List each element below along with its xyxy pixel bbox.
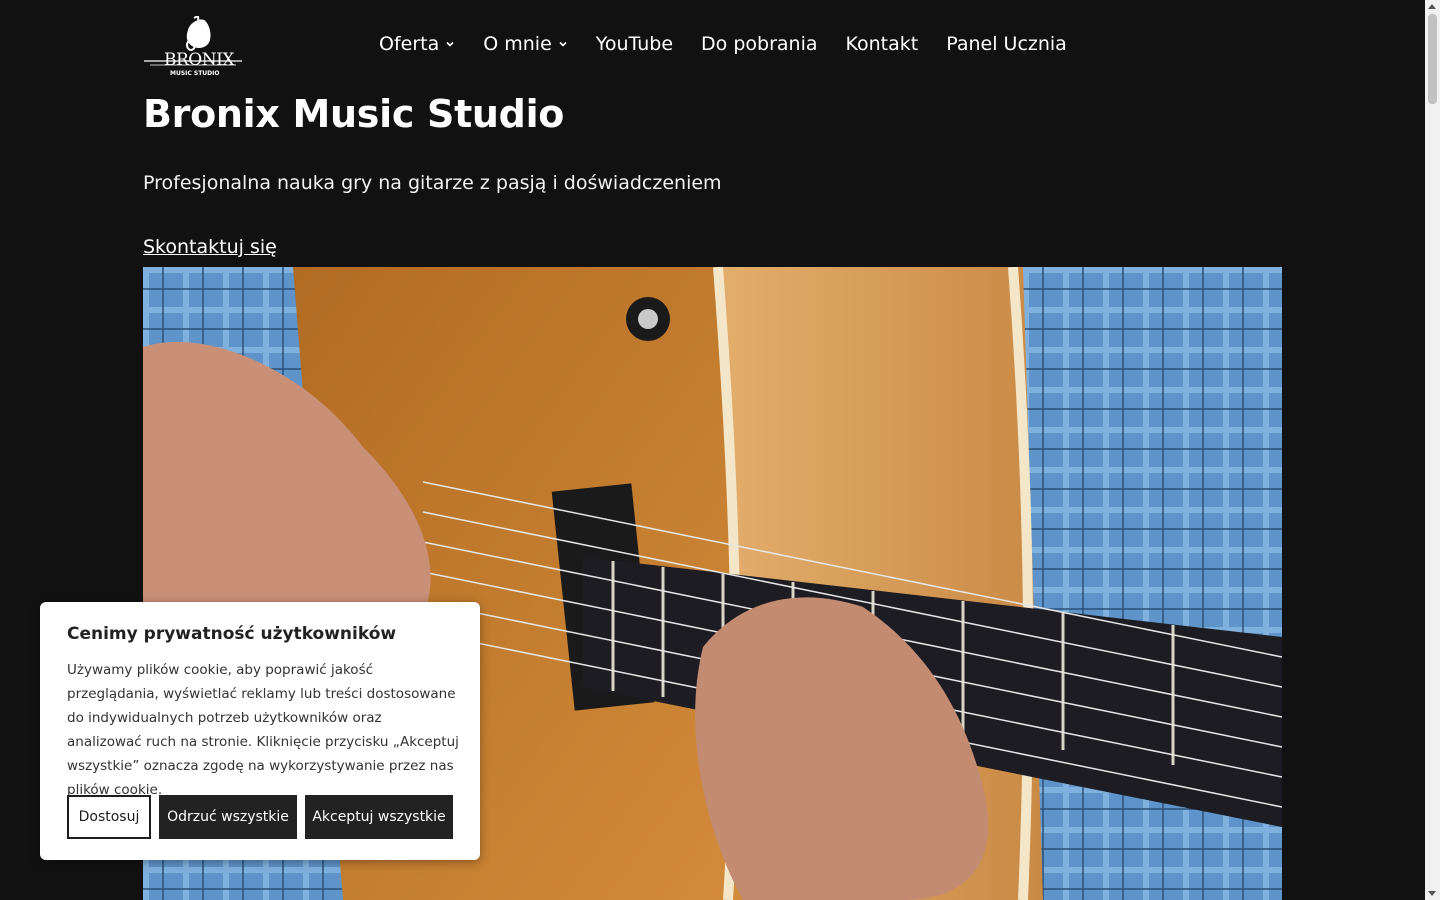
accept-all-button[interactable]: Akceptuj wszystkie — [305, 795, 453, 839]
nav-item-do-pobrania[interactable]: Do pobrania — [701, 33, 817, 55]
nav-item-label: Panel Ucznia — [946, 33, 1067, 55]
reject-all-button[interactable]: Odrzuć wszystkie — [159, 795, 297, 839]
nav-item-label: O mnie — [483, 33, 552, 55]
nav-item-kontakt[interactable]: Kontakt — [846, 33, 919, 55]
chevron-down-icon — [559, 41, 567, 47]
contact-link[interactable]: Skontaktuj się — [143, 236, 277, 258]
page-title: Bronix Music Studio — [143, 92, 565, 136]
scroll-down-arrow-icon[interactable] — [1428, 891, 1436, 896]
main-nav: Oferta O mnie YouTube Do pobrania Kontak… — [379, 33, 1095, 55]
bronix-logo[interactable]: BRONIX MUSIC STUDIO — [142, 14, 244, 80]
cookie-consent-dialog: Cenimy prywatność użytkowników Używamy p… — [40, 602, 480, 860]
nav-item-youtube[interactable]: YouTube — [596, 33, 673, 55]
nav-item-o-mnie[interactable]: O mnie — [483, 33, 568, 55]
logo-subtext: MUSIC STUDIO — [170, 70, 220, 77]
nav-item-panel-ucznia[interactable]: Panel Ucznia — [946, 33, 1067, 55]
nav-item-oferta[interactable]: Oferta — [379, 33, 455, 55]
hero-subtitle: Profesjonalna nauka gry na gitarze z pas… — [143, 172, 722, 194]
nav-item-label: Do pobrania — [701, 33, 818, 55]
scrollbar-thumb[interactable] — [1428, 14, 1437, 104]
page-scrollbar[interactable] — [1425, 0, 1440, 900]
chevron-down-icon — [446, 41, 454, 47]
nav-item-label: Oferta — [379, 33, 440, 55]
customize-button[interactable]: Dostosuj — [67, 795, 151, 839]
nav-item-label: YouTube — [595, 33, 674, 55]
logo-text: BRONIX — [164, 50, 234, 70]
site-header: BRONIX MUSIC STUDIO Oferta O mnie YouTub… — [0, 0, 1425, 92]
nav-item-label: Kontakt — [845, 33, 919, 55]
cookie-text: Używamy plików cookie, aby poprawić jako… — [67, 662, 459, 798]
scroll-up-arrow-icon[interactable] — [1428, 4, 1436, 9]
cookie-title: Cenimy prywatność użytkowników — [67, 624, 397, 644]
